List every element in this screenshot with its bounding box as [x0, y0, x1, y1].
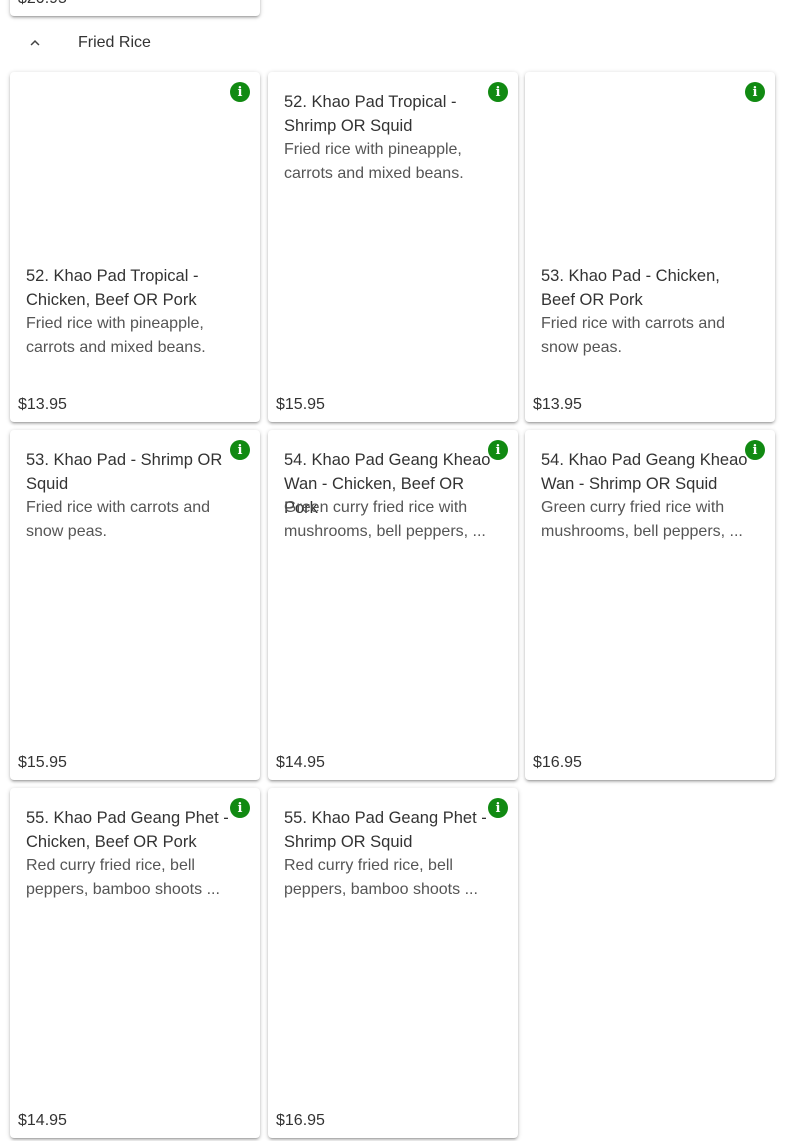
menu-item-card[interactable]: i 52. Khao Pad Tropical - Chicken, Beef …	[10, 72, 260, 422]
item-name: 53. Khao Pad - Shrimp OR Squid	[26, 451, 223, 493]
item-description: Red curry fried rice, bell peppers, bamb…	[26, 857, 220, 898]
menu-item-card[interactable]: i 54. Khao Pad Geang Kheao Wan - Chicken…	[268, 430, 518, 780]
item-price: $16.95	[533, 754, 582, 771]
item-price: $20.95	[18, 0, 67, 8]
item-name: 55. Khao Pad Geang Phet - Shrimp OR Squi…	[284, 809, 487, 851]
section-title: Fried Rice	[78, 34, 151, 51]
menu-item-card[interactable]: i 54. Khao Pad Geang Kheao Wan - Shrimp …	[525, 430, 775, 780]
item-price: $13.95	[533, 396, 582, 413]
item-name: 53. Khao Pad - Chicken, Beef OR Pork	[541, 267, 720, 309]
item-name: 52. Khao Pad Tropical - Chicken, Beef OR…	[26, 267, 199, 309]
item-description: Fried rice with pineapple, carrots and m…	[284, 141, 464, 182]
item-name: 54. Khao Pad Geang Kheao Wan - Shrimp OR…	[541, 451, 748, 493]
menu-item-card[interactable]: i 55. Khao Pad Geang Phet - Shrimp OR Sq…	[268, 788, 518, 1138]
item-name: 52. Khao Pad Tropical - Shrimp OR Squid	[284, 93, 457, 135]
item-price: $16.95	[276, 1112, 325, 1129]
item-description: Fried rice with pineapple, carrots and m…	[26, 315, 206, 356]
item-description: Green curry fried rice with mushrooms, b…	[541, 499, 743, 540]
item-price: $15.95	[18, 754, 67, 771]
menu-item-card[interactable]: i 53. Khao Pad - Chicken, Beef OR Pork F…	[525, 72, 775, 422]
item-description: Fried rice with carrots and snow peas.	[26, 499, 211, 540]
info-icon[interactable]: i	[230, 82, 250, 102]
menu-item-card[interactable]: i 53. Khao Pad - Shrimp OR Squid Fried r…	[10, 430, 260, 780]
menu-item-card-partial[interactable]: $20.95	[10, 0, 260, 16]
menu-item-card[interactable]: i 52. Khao Pad Tropical - Shrimp OR Squi…	[268, 72, 518, 422]
item-price: $14.95	[18, 1112, 67, 1129]
item-price: $14.95	[276, 754, 325, 771]
section-header-fried-rice[interactable]: Fried Rice	[10, 26, 775, 62]
item-price: $15.95	[276, 396, 325, 413]
info-icon[interactable]: i	[745, 82, 765, 102]
item-description: Green curry fried rice with mushrooms, b…	[284, 499, 486, 540]
item-price: $13.95	[18, 396, 67, 413]
item-description: Red curry fried rice, bell peppers, bamb…	[284, 857, 478, 898]
item-name: 55. Khao Pad Geang Phet - Chicken, Beef …	[26, 809, 229, 851]
item-description: Fried rice with carrots and snow peas.	[541, 315, 726, 356]
chevron-up-icon[interactable]	[26, 34, 44, 52]
menu-item-card[interactable]: i 55. Khao Pad Geang Phet - Chicken, Bee…	[10, 788, 260, 1138]
